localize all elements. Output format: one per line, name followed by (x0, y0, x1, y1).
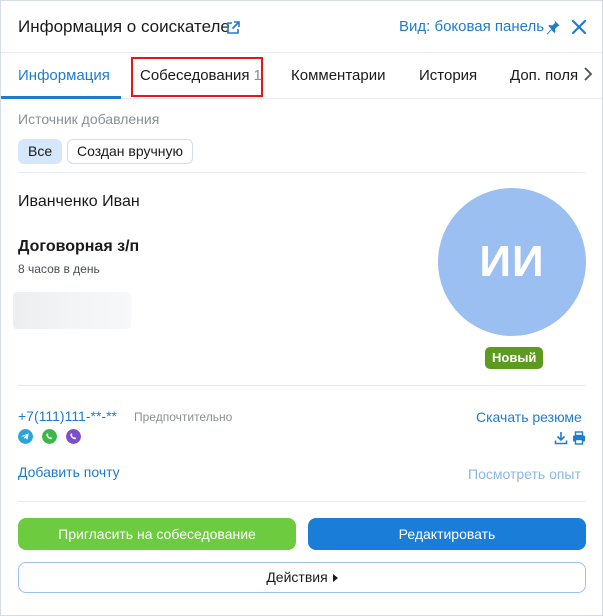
tab-history[interactable]: История (419, 67, 477, 84)
view-mode-link[interactable]: Вид: боковая панель (399, 18, 544, 35)
caret-right-icon (332, 574, 338, 582)
divider (18, 501, 586, 502)
actions-button-label: Действия (266, 569, 328, 585)
download-icon[interactable] (554, 431, 568, 445)
divider (18, 385, 586, 386)
tab-bar: Информация Собеседования 1 Комментарии Ис… (1, 53, 602, 99)
chip-all[interactable]: Все (18, 139, 63, 164)
panel-header: Информация о соискателе Вид: боковая пан… (1, 1, 602, 53)
tab-information[interactable]: Информация (18, 67, 110, 84)
phone-link[interactable]: +7(111)111-**-** (18, 408, 117, 424)
divider (18, 172, 586, 173)
telegram-icon[interactable] (18, 429, 33, 444)
work-schedule: 8 часов в день (18, 262, 100, 276)
tab-extra-fields[interactable]: Доп. поля (510, 67, 578, 84)
view-experience-link[interactable]: Посмотреть опыт (468, 466, 581, 482)
candidate-name: Иванченко Иван (18, 193, 140, 210)
chip-manual[interactable]: Создан вручную (67, 139, 194, 164)
tab-interviews[interactable]: Собеседования 1 (140, 67, 262, 84)
preferred-label: Предпочтительно (134, 410, 233, 424)
add-email-link[interactable]: Добавить почту (18, 464, 120, 480)
status-badge: Новый (485, 347, 544, 369)
whatsapp-icon[interactable] (42, 429, 57, 444)
active-tab-indicator (1, 96, 121, 99)
pin-icon[interactable] (545, 19, 561, 35)
salary: Договорная з/п (18, 238, 140, 255)
viber-icon[interactable] (66, 429, 81, 444)
print-icon[interactable] (572, 431, 586, 445)
blurred-field (13, 292, 131, 329)
source-label: Источник добавления (18, 111, 160, 127)
external-link-icon[interactable] (225, 20, 241, 36)
edit-button[interactable]: Редактировать (308, 518, 586, 550)
actions-button[interactable]: Действия (18, 562, 586, 593)
panel-title: Информация о соискателе (18, 17, 230, 36)
chevron-right-icon[interactable] (581, 65, 595, 83)
invite-interview-button[interactable]: Пригласить на собеседование (18, 518, 296, 550)
candidate-panel: Информация о соискателе Вид: боковая пан… (0, 0, 603, 616)
tab-interviews-count: 1 (253, 67, 262, 84)
tab-interviews-label: Собеседования (140, 67, 250, 84)
close-icon[interactable] (570, 18, 588, 36)
download-resume-link[interactable]: Скачать резюме (476, 409, 582, 425)
tab-comments[interactable]: Комментарии (291, 67, 385, 84)
avatar: ИИ (438, 188, 586, 336)
